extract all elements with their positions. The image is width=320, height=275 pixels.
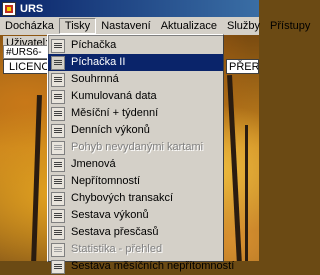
menu-item-mesicni-tydenni[interactable]: Měsíční + týdenní [48,105,223,122]
report-icon [51,72,65,87]
menu-nastaveni[interactable]: Nastavení [96,18,156,34]
report-icon [51,191,65,206]
user-field[interactable]: #URS6-3C [3,45,53,72]
menu-item-pohyb-nevydanymi-kartami: Pohyb nevydanými kartami [48,139,223,156]
report-icon [51,89,65,104]
report-icon [51,259,65,274]
menu-item-dennich-vykonu[interactable]: Denních výkonů [48,122,223,139]
menu-item-sestava-prescasu[interactable]: Sestava přesčasů [48,224,223,241]
report-icon [51,38,65,53]
menu-tisky[interactable]: Tisky [58,18,97,34]
menu-item-pichacka[interactable]: Píchačka [48,37,223,54]
menu-aktualizace[interactable]: Aktualizace [156,18,222,34]
menu-item-statistika-prehled: Statistika - přehled [48,241,223,258]
tisky-dropdown-menu: Píchačka Píchačka II Souhrnná Kumulovaná… [47,34,234,274]
menu-item-sestava-vykonu[interactable]: Sestava výkonů [48,207,223,224]
menu-sluzby[interactable]: Služby [222,18,265,34]
app-icon [2,1,16,16]
title-bar: URS [0,0,259,17]
menu-item-souhrnna[interactable]: Souhrnná [48,71,223,88]
menu-item-nepritomnosti[interactable]: Nepřítomností [48,173,223,190]
report-icon [51,242,65,257]
report-icon [51,225,65,240]
tree-trunk [31,94,42,261]
menu-pristupy[interactable]: Přístupy [265,18,315,34]
menu-item-kumulovana-data[interactable]: Kumulovaná data [48,88,223,105]
report-icon [51,174,65,189]
prer-field[interactable]: PŘER [226,59,259,74]
report-icon [51,55,65,70]
menu-item-jmenova[interactable]: Jmenová [48,156,223,173]
menu-item-pichacka-ii[interactable]: Píchačka II [48,54,223,71]
report-icon [51,157,65,172]
report-icon [51,106,65,121]
report-icon [51,123,65,138]
report-icon [51,208,65,223]
tree-trunk [245,125,248,261]
menu-item-chybovych-transakci[interactable]: Chybových transakcí [48,190,223,207]
report-icon [51,140,65,155]
tree-trunk [227,74,242,261]
window-title: URS [20,2,44,15]
menu-dochazka[interactable]: Docházka [0,18,59,34]
